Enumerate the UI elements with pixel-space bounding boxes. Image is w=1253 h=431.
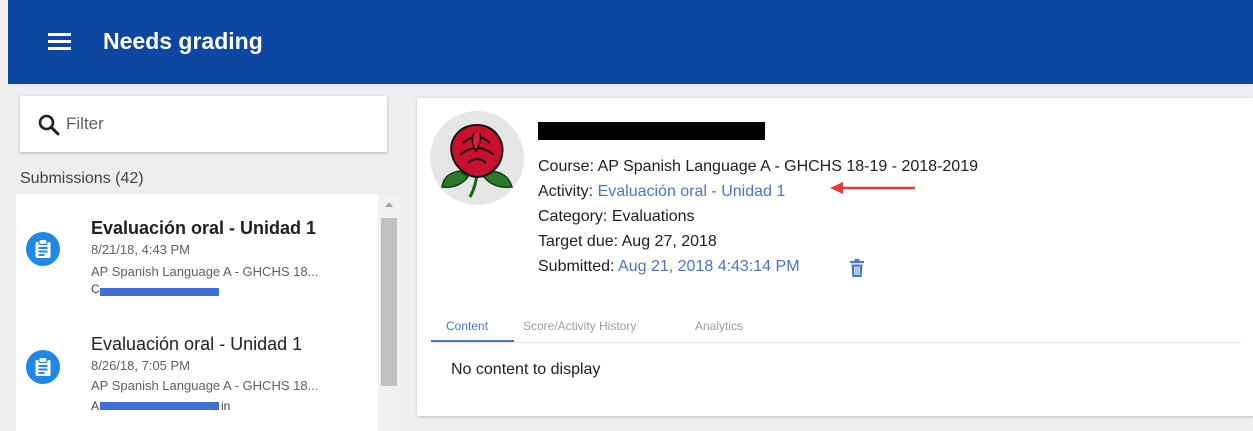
submissions-count-heading: Submissions (42)	[20, 170, 144, 187]
submission-title: Evaluación oral - Unidad 1	[91, 334, 303, 354]
empty-content-message: No content to display	[451, 361, 601, 378]
submitted-label: Submitted:	[538, 258, 615, 275]
trash-icon[interactable]	[849, 258, 865, 278]
course-info: Course: AP Spanish Language A - GHCHS 18…	[538, 158, 978, 176]
tab-score-activity-history[interactable]: Score/Activity History	[523, 319, 636, 333]
student-name-redaction	[100, 288, 219, 296]
scroll-up-arrow-icon[interactable]	[385, 202, 393, 207]
course-label: Course:	[538, 158, 595, 175]
filter-box	[20, 96, 387, 152]
assignment-clipboard-icon	[26, 232, 60, 266]
target-due-label: Target due:	[538, 233, 619, 250]
activity-label: Activity:	[538, 183, 594, 200]
activity-link[interactable]: Evaluación oral - Unidad 1	[598, 183, 786, 200]
submission-detail-card: Course: AP Spanish Language A - GHCHS 18…	[417, 98, 1253, 416]
red-rose-avatar	[430, 111, 524, 205]
submission-course: AP Spanish Language A - GHCHS 18...	[91, 264, 319, 279]
submission-date: 8/26/18, 7:05 PM	[91, 358, 191, 373]
target-due-value: Aug 27, 2018	[621, 233, 717, 250]
target-due-info: Target due: Aug 27, 2018	[538, 233, 717, 251]
top-app-bar: Needs grading	[8, 0, 1253, 84]
submitted-timestamp-link[interactable]: Aug 21, 2018 4:43:14 PM	[618, 258, 799, 275]
detail-tabs: Content Score/Activity History Analytics	[431, 312, 771, 342]
hamburger-menu-icon[interactable]	[48, 32, 72, 52]
submitted-info: Submitted: Aug 21, 2018 4:43:14 PM	[538, 258, 800, 276]
student-name-visible-start: A	[91, 399, 100, 413]
list-item[interactable]: Evaluación oral - Unidad 1 8/26/18, 7:05…	[16, 312, 378, 430]
assignment-clipboard-icon	[26, 350, 60, 384]
submission-title: Evaluación oral - Unidad 1	[91, 218, 317, 238]
tab-analytics[interactable]: Analytics	[695, 319, 743, 333]
annotation-arrow-icon	[830, 182, 915, 194]
scrollbar-thumb[interactable]	[381, 218, 397, 386]
activity-info: Activity: Evaluación oral - Unidad 1	[538, 183, 785, 201]
tabs-divider	[431, 342, 1241, 343]
list-item[interactable]: Evaluación oral - Unidad 1 8/21/18, 4:43…	[16, 194, 378, 312]
student-name-redaction	[538, 122, 765, 140]
category-value: Evaluations	[611, 208, 695, 225]
category-label: Category:	[538, 208, 608, 225]
tab-content[interactable]: Content	[446, 319, 488, 333]
student-name-visible-part: C	[91, 282, 100, 296]
course-value: AP Spanish Language A - GHCHS 18-19 - 20…	[597, 158, 978, 175]
submissions-panel: Submissions (42) Evaluación oral - Unida…	[8, 84, 400, 431]
submissions-list: Evaluación oral - Unidad 1 8/21/18, 4:43…	[16, 194, 378, 431]
submission-course: AP Spanish Language A - GHCHS 18...	[91, 378, 319, 393]
filter-input[interactable]	[66, 112, 366, 136]
category-info: Category: Evaluations	[538, 208, 695, 226]
page-title: Needs grading	[103, 28, 263, 54]
submission-date: 8/21/18, 4:43 PM	[91, 242, 191, 257]
list-scrollbar[interactable]	[378, 194, 400, 431]
student-name-redaction	[100, 402, 219, 410]
student-name-visible-end: in	[221, 399, 231, 413]
search-icon	[38, 114, 60, 136]
